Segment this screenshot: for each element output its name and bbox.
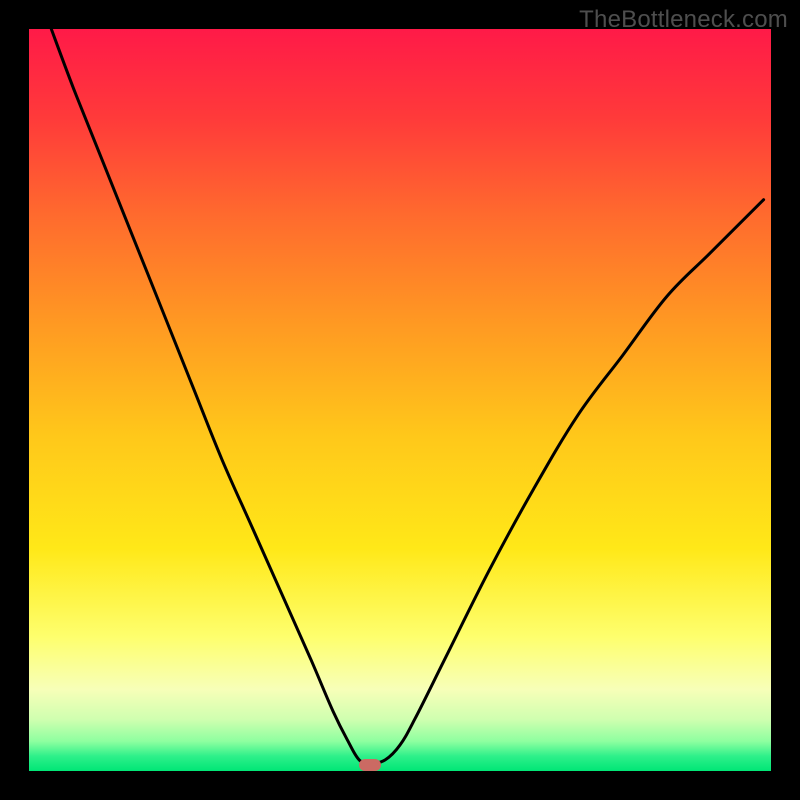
minimum-marker — [359, 759, 381, 771]
bottleneck-curve — [29, 29, 771, 771]
chart-plot-area — [29, 29, 771, 771]
watermark-text: TheBottleneck.com — [579, 6, 788, 34]
